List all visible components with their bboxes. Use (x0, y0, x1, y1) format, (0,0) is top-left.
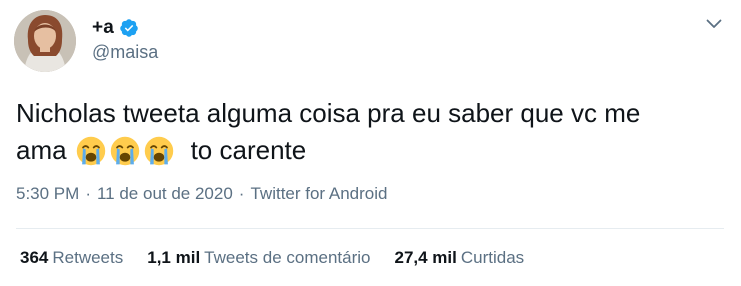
tweet-line-2: ama to carente (16, 132, 726, 169)
tweet-source[interactable]: Twitter for Android (250, 184, 387, 203)
tweet-meta: 5:30 PM · 11 de out de 2020 · Twitter for An… (16, 184, 387, 204)
divider (16, 228, 724, 229)
handle[interactable]: @maisa (92, 42, 158, 63)
tweet-stats: 364 Retweets 1,1 mil Tweets de comentário … (20, 248, 548, 268)
tweet-line-1: Nicholas tweeta alguma coisa pra eu sabe… (16, 95, 726, 132)
verified-badge-icon (119, 18, 139, 38)
tweet-time[interactable]: 5:30 PM (16, 184, 79, 203)
stat-value: 364 (20, 248, 49, 267)
tweet-text-line1: Nicholas tweeta alguma coisa pra eu sabe… (16, 98, 641, 128)
stat-label: Tweets de comentário (204, 248, 371, 267)
stat-likes[interactable]: 27,4 mil Curtidas (394, 248, 524, 268)
stat-value: 1,1 mil (147, 248, 201, 267)
stat-label: Retweets (52, 248, 124, 267)
meta-separator: · (238, 184, 245, 203)
meta-separator: · (85, 184, 91, 203)
chevron-down-icon[interactable] (702, 14, 726, 34)
tweet-date[interactable]: 11 de out de 2020 (97, 184, 233, 203)
loudly-crying-face-icon (144, 136, 173, 165)
stat-retweets[interactable]: 364 Retweets (20, 248, 123, 268)
emoji-group (75, 135, 177, 167)
stat-quote-tweets[interactable]: 1,1 mil Tweets de comentário (147, 248, 370, 268)
loudly-crying-face-icon (76, 136, 105, 165)
stat-label: Curtidas (460, 248, 525, 267)
avatar[interactable] (14, 10, 76, 72)
tweet-text-line2-start: ama (16, 135, 67, 165)
stat-value: 27,4 mil (394, 248, 457, 267)
name-row: +a (92, 16, 158, 40)
display-name[interactable]: +a (92, 17, 114, 39)
author-block[interactable]: +a @maisa (92, 16, 158, 63)
tweet-text: Nicholas tweeta alguma coisa pra eu sabe… (16, 95, 726, 169)
loudly-crying-face-icon (110, 136, 139, 165)
tweet-text-line2-end: to carente (190, 135, 307, 165)
